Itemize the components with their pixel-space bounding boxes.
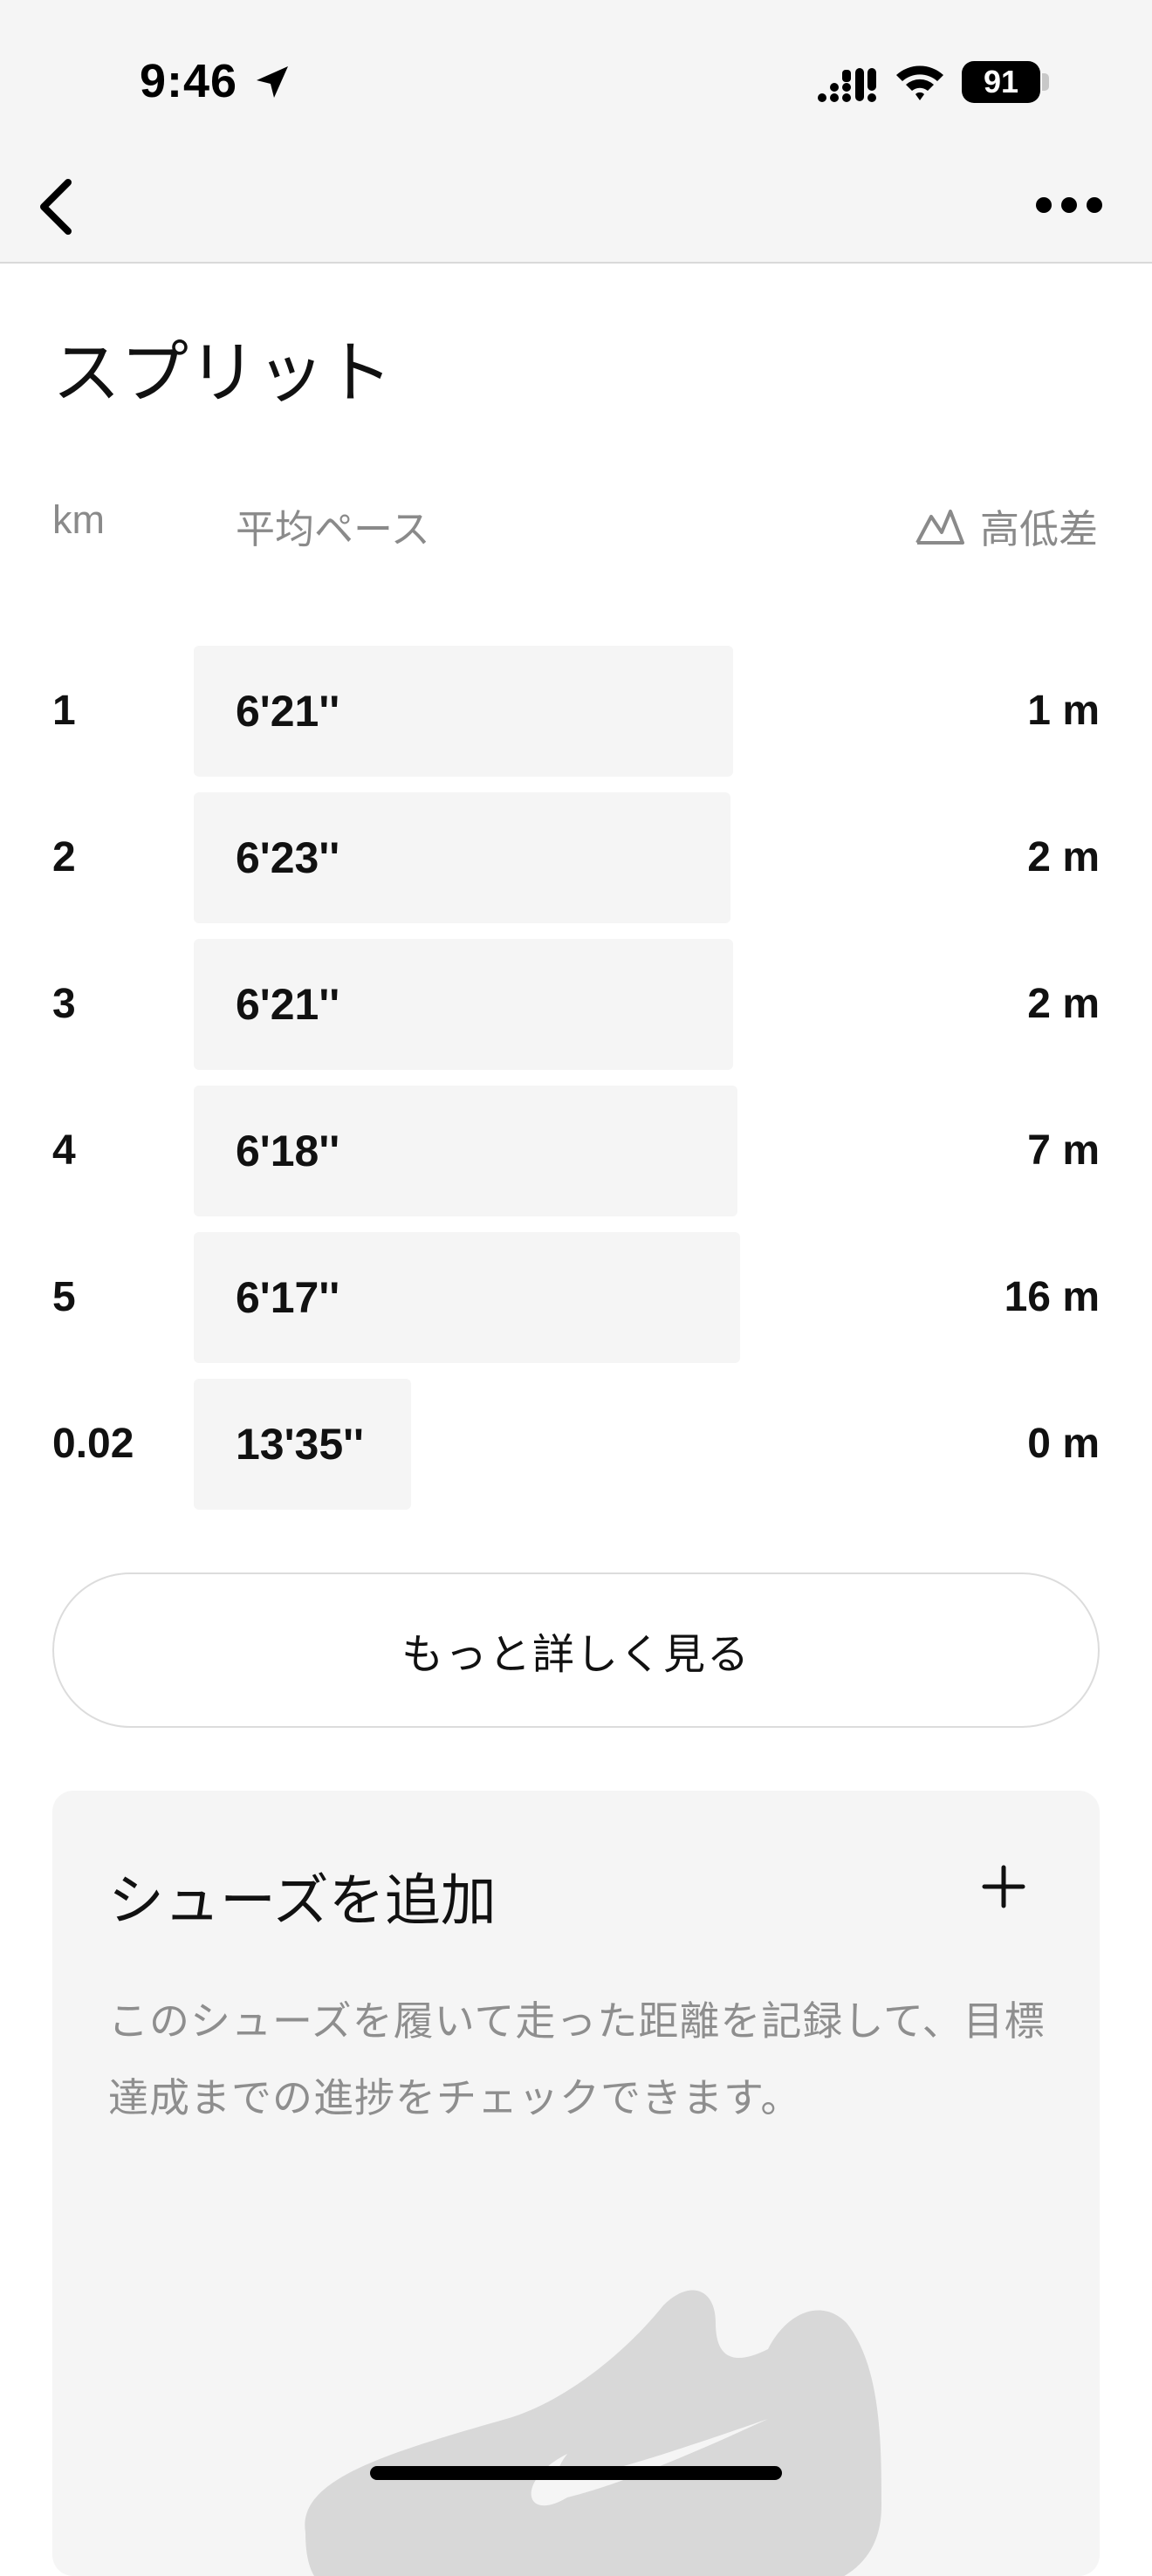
status-time: 9:46 bbox=[140, 55, 238, 107]
battery-indicator: 91 bbox=[962, 61, 1040, 103]
split-elevation: 2 m bbox=[1027, 834, 1100, 880]
split-km: 4 bbox=[52, 1127, 76, 1174]
cellular-signal-icon bbox=[818, 68, 876, 102]
split-km: 1 bbox=[52, 688, 76, 734]
split-elevation: 1 m bbox=[1027, 688, 1100, 734]
wifi-icon bbox=[896, 65, 943, 100]
split-row: 4 6'18'' 7 m bbox=[0, 1086, 1152, 1216]
split-pace: 6'17'' bbox=[236, 1273, 340, 1322]
split-km: 3 bbox=[52, 981, 76, 1027]
split-pace: 6'21'' bbox=[236, 687, 340, 736]
plus-icon[interactable] bbox=[977, 1860, 1030, 1913]
chevron-left-icon[interactable] bbox=[24, 170, 94, 240]
split-row: 0.02 13'35'' 0 m bbox=[0, 1379, 1152, 1510]
split-elevation: 7 m bbox=[1027, 1127, 1100, 1174]
split-row: 3 6'21'' 2 m bbox=[0, 939, 1152, 1070]
header-elevation: 高低差 bbox=[914, 497, 1098, 554]
header-km: km bbox=[52, 497, 105, 542]
battery-tip bbox=[1042, 73, 1049, 91]
split-km: 0.02 bbox=[52, 1421, 134, 1467]
split-pace: 6'21'' bbox=[236, 980, 340, 1029]
split-pace: 6'23'' bbox=[236, 833, 340, 882]
nav-bar bbox=[0, 166, 1152, 264]
split-elevation: 16 m bbox=[1004, 1274, 1100, 1320]
split-km: 5 bbox=[52, 1274, 76, 1320]
see-more-details-button[interactable]: もっと詳しく見る bbox=[52, 1572, 1100, 1728]
header-elevation-label: 高低差 bbox=[979, 507, 1098, 552]
header-avg-pace: 平均ペース bbox=[236, 507, 430, 552]
page-title: スプリット bbox=[52, 334, 394, 411]
split-row: 2 6'23'' 2 m bbox=[0, 792, 1152, 923]
split-elevation: 0 m bbox=[1027, 1421, 1100, 1467]
mountain-icon bbox=[915, 509, 964, 545]
add-shoes-card: シューズを追加 このシューズを履いて走った距離を記録して、目標達成までの進捗をチ… bbox=[52, 1791, 1100, 2576]
add-shoes-title: シューズを追加 bbox=[108, 1869, 497, 1932]
ellipsis-icon[interactable] bbox=[1030, 179, 1108, 231]
add-shoes-description: このシューズを履いて走った距離を記録して、目標達成までの進捗をチェックできます。 bbox=[108, 1998, 1046, 2120]
split-elevation: 2 m bbox=[1027, 981, 1100, 1027]
shoe-illustration-icon bbox=[305, 2290, 881, 2576]
split-row: 5 6'17'' 16 m bbox=[0, 1232, 1152, 1363]
home-indicator bbox=[370, 2466, 782, 2480]
split-row: 1 6'21'' 1 m bbox=[0, 646, 1152, 777]
location-arrow-icon bbox=[257, 66, 288, 98]
split-pace: 6'18'' bbox=[236, 1127, 340, 1175]
split-pace: 13'35'' bbox=[236, 1420, 364, 1469]
split-km: 2 bbox=[52, 834, 76, 880]
